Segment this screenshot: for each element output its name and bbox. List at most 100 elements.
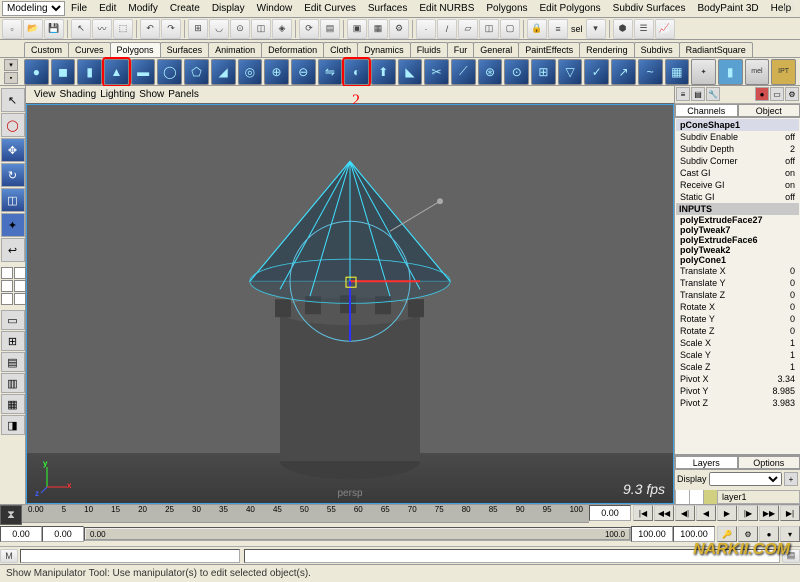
- channel-icon[interactable]: ≡: [676, 87, 690, 101]
- attr-row[interactable]: Static GIoff: [676, 191, 799, 203]
- select-tool-icon[interactable]: ↖: [1, 88, 25, 112]
- poly-cube-icon[interactable]: ◼: [51, 59, 76, 85]
- xform-row[interactable]: Pivot Z3.983: [676, 397, 799, 409]
- viewport-persp[interactable]: y x z persp 9.3 fps: [26, 104, 674, 504]
- menu-display[interactable]: Display: [206, 2, 251, 15]
- tool-icon[interactable]: 🔧: [706, 87, 720, 101]
- menu-modify[interactable]: Modify: [122, 2, 163, 15]
- range-slider[interactable]: 0.00100.0: [84, 527, 631, 541]
- command-input[interactable]: [20, 549, 240, 563]
- vp-menu-shading[interactable]: Shading: [60, 89, 97, 100]
- menu-bodypaint3d[interactable]: BodyPaint 3D: [692, 2, 765, 15]
- poly-cylinder-icon[interactable]: ▮: [77, 59, 102, 85]
- history-node[interactable]: polyTweak7: [676, 225, 799, 235]
- last-tool-icon[interactable]: ↩: [1, 238, 25, 262]
- range-end-field[interactable]: 100.00: [673, 526, 715, 542]
- poly-cut-icon[interactable]: ⟋: [451, 59, 476, 85]
- xform-row[interactable]: Translate Z0: [676, 289, 799, 301]
- snap-live-button[interactable]: ◈: [272, 19, 292, 39]
- tab-object[interactable]: Object: [738, 104, 800, 117]
- menu-surfaces[interactable]: Surfaces: [362, 2, 413, 15]
- poly-smooth-icon[interactable]: ◐: [344, 59, 369, 85]
- menu-edit-nurbs[interactable]: Edit NURBS: [413, 2, 480, 15]
- vp-menu-lighting[interactable]: Lighting: [100, 89, 135, 100]
- xform-row[interactable]: Scale Y1: [676, 349, 799, 361]
- four-view-icon[interactable]: ⊞: [1, 331, 25, 351]
- poly-cylinder2-icon[interactable]: ▮: [718, 59, 743, 85]
- step-fwd-button[interactable]: ▶▶: [759, 505, 779, 521]
- menu-edit-curves[interactable]: Edit Curves: [298, 2, 362, 15]
- xform-row[interactable]: Pivot Y8.985: [676, 385, 799, 397]
- component-vertex-button[interactable]: ·: [416, 19, 436, 39]
- scale-tool-icon[interactable]: ◫: [1, 188, 25, 212]
- poly-subdiv-icon[interactable]: ⊞: [531, 59, 556, 85]
- sculpt-tool-icon[interactable]: ✦: [691, 59, 716, 85]
- xform-row[interactable]: Translate Y0: [676, 277, 799, 289]
- tab-radiantsquare[interactable]: RadiantSquare: [679, 42, 753, 57]
- tab-polygons[interactable]: Polygons: [110, 42, 161, 57]
- single-view-icon[interactable]: ▭: [1, 310, 25, 330]
- component-object-button[interactable]: ▢: [500, 19, 520, 39]
- new-layer-icon[interactable]: +: [784, 472, 798, 486]
- poly-prism-icon[interactable]: ⬠: [184, 59, 209, 85]
- hyper-view-icon[interactable]: ▦: [1, 394, 25, 414]
- persp-view-icon[interactable]: ◨: [1, 415, 25, 435]
- tab-layer-options[interactable]: Options: [738, 456, 800, 469]
- tab-curves[interactable]: Curves: [68, 42, 111, 57]
- next-key-button[interactable]: |▶: [738, 505, 758, 521]
- graph-editor-button[interactable]: 📈: [655, 19, 675, 39]
- workspace-mode-select[interactable]: Modeling: [2, 1, 65, 16]
- component-edge-button[interactable]: /: [437, 19, 457, 39]
- construction-history-button[interactable]: ▤: [320, 19, 340, 39]
- go-start-button[interactable]: |◀: [633, 505, 653, 521]
- step-back-button[interactable]: ◀◀: [654, 505, 674, 521]
- attr-row[interactable]: Subdiv Enableoff: [676, 131, 799, 143]
- selection-dropdown[interactable]: ▾: [586, 19, 606, 39]
- play-back-button[interactable]: ◀: [696, 505, 716, 521]
- tab-fur[interactable]: Fur: [447, 42, 475, 57]
- history-node[interactable]: polyTweak2: [676, 245, 799, 255]
- render-button[interactable]: ▣: [347, 19, 367, 39]
- autokey-button[interactable]: 🔑: [717, 526, 737, 542]
- show-manipulator-icon[interactable]: ✦: [1, 213, 25, 237]
- snap-point-button[interactable]: ⊙: [230, 19, 250, 39]
- layer-toggle-icon[interactable]: ▭: [770, 87, 784, 101]
- xform-row[interactable]: Translate X0: [676, 265, 799, 277]
- range-start-field[interactable]: 0.00: [0, 526, 42, 542]
- component-uv-button[interactable]: ◫: [479, 19, 499, 39]
- undo-button[interactable]: ↶: [140, 19, 160, 39]
- menu-window[interactable]: Window: [251, 2, 299, 15]
- options-icon[interactable]: ⚙: [785, 87, 799, 101]
- tab-custom[interactable]: Custom: [24, 42, 69, 57]
- xform-row[interactable]: Scale X1: [676, 337, 799, 349]
- attr-row[interactable]: Subdiv Corneroff: [676, 155, 799, 167]
- tab-dynamics[interactable]: Dynamics: [357, 42, 411, 57]
- select-tool-button[interactable]: ↖: [71, 19, 91, 39]
- poly-cleanup-icon[interactable]: ✓: [584, 59, 609, 85]
- menu-polygons[interactable]: Polygons: [480, 2, 533, 15]
- history-node[interactable]: polyExtrudeFace6: [676, 235, 799, 245]
- poly-pyramid-icon[interactable]: ◢: [211, 59, 236, 85]
- poly-pipe-icon[interactable]: ◎: [238, 59, 263, 85]
- attr-icon[interactable]: ▤: [691, 87, 705, 101]
- poly-split-icon[interactable]: ✂: [424, 59, 449, 85]
- xform-row[interactable]: Rotate X0: [676, 301, 799, 313]
- snap-plane-button[interactable]: ◫: [251, 19, 271, 39]
- layer-color-swatch[interactable]: [704, 490, 718, 504]
- xform-row[interactable]: Scale Z1: [676, 361, 799, 373]
- mel-toggle-icon[interactable]: M: [0, 549, 18, 563]
- ipr-render-button[interactable]: ▦: [368, 19, 388, 39]
- vp-menu-show[interactable]: Show: [139, 89, 164, 100]
- display-mode-select[interactable]: [709, 472, 782, 486]
- poly-uv-icon[interactable]: ▦: [665, 59, 690, 85]
- out-view-icon[interactable]: ▤: [1, 352, 25, 372]
- vp-menu-panels[interactable]: Panels: [168, 89, 199, 100]
- lasso-select-icon[interactable]: ◯: [1, 113, 25, 137]
- tab-animation[interactable]: Animation: [208, 42, 262, 57]
- time-ruler[interactable]: 0.00510152025303540455055606570758085909…: [22, 505, 589, 523]
- xform-row[interactable]: Rotate Z0: [676, 325, 799, 337]
- red-dot-icon[interactable]: ●: [755, 87, 769, 101]
- menu-file[interactable]: File: [65, 2, 93, 15]
- char-set-button[interactable]: ▾: [780, 526, 800, 542]
- tab-rendering[interactable]: Rendering: [579, 42, 635, 57]
